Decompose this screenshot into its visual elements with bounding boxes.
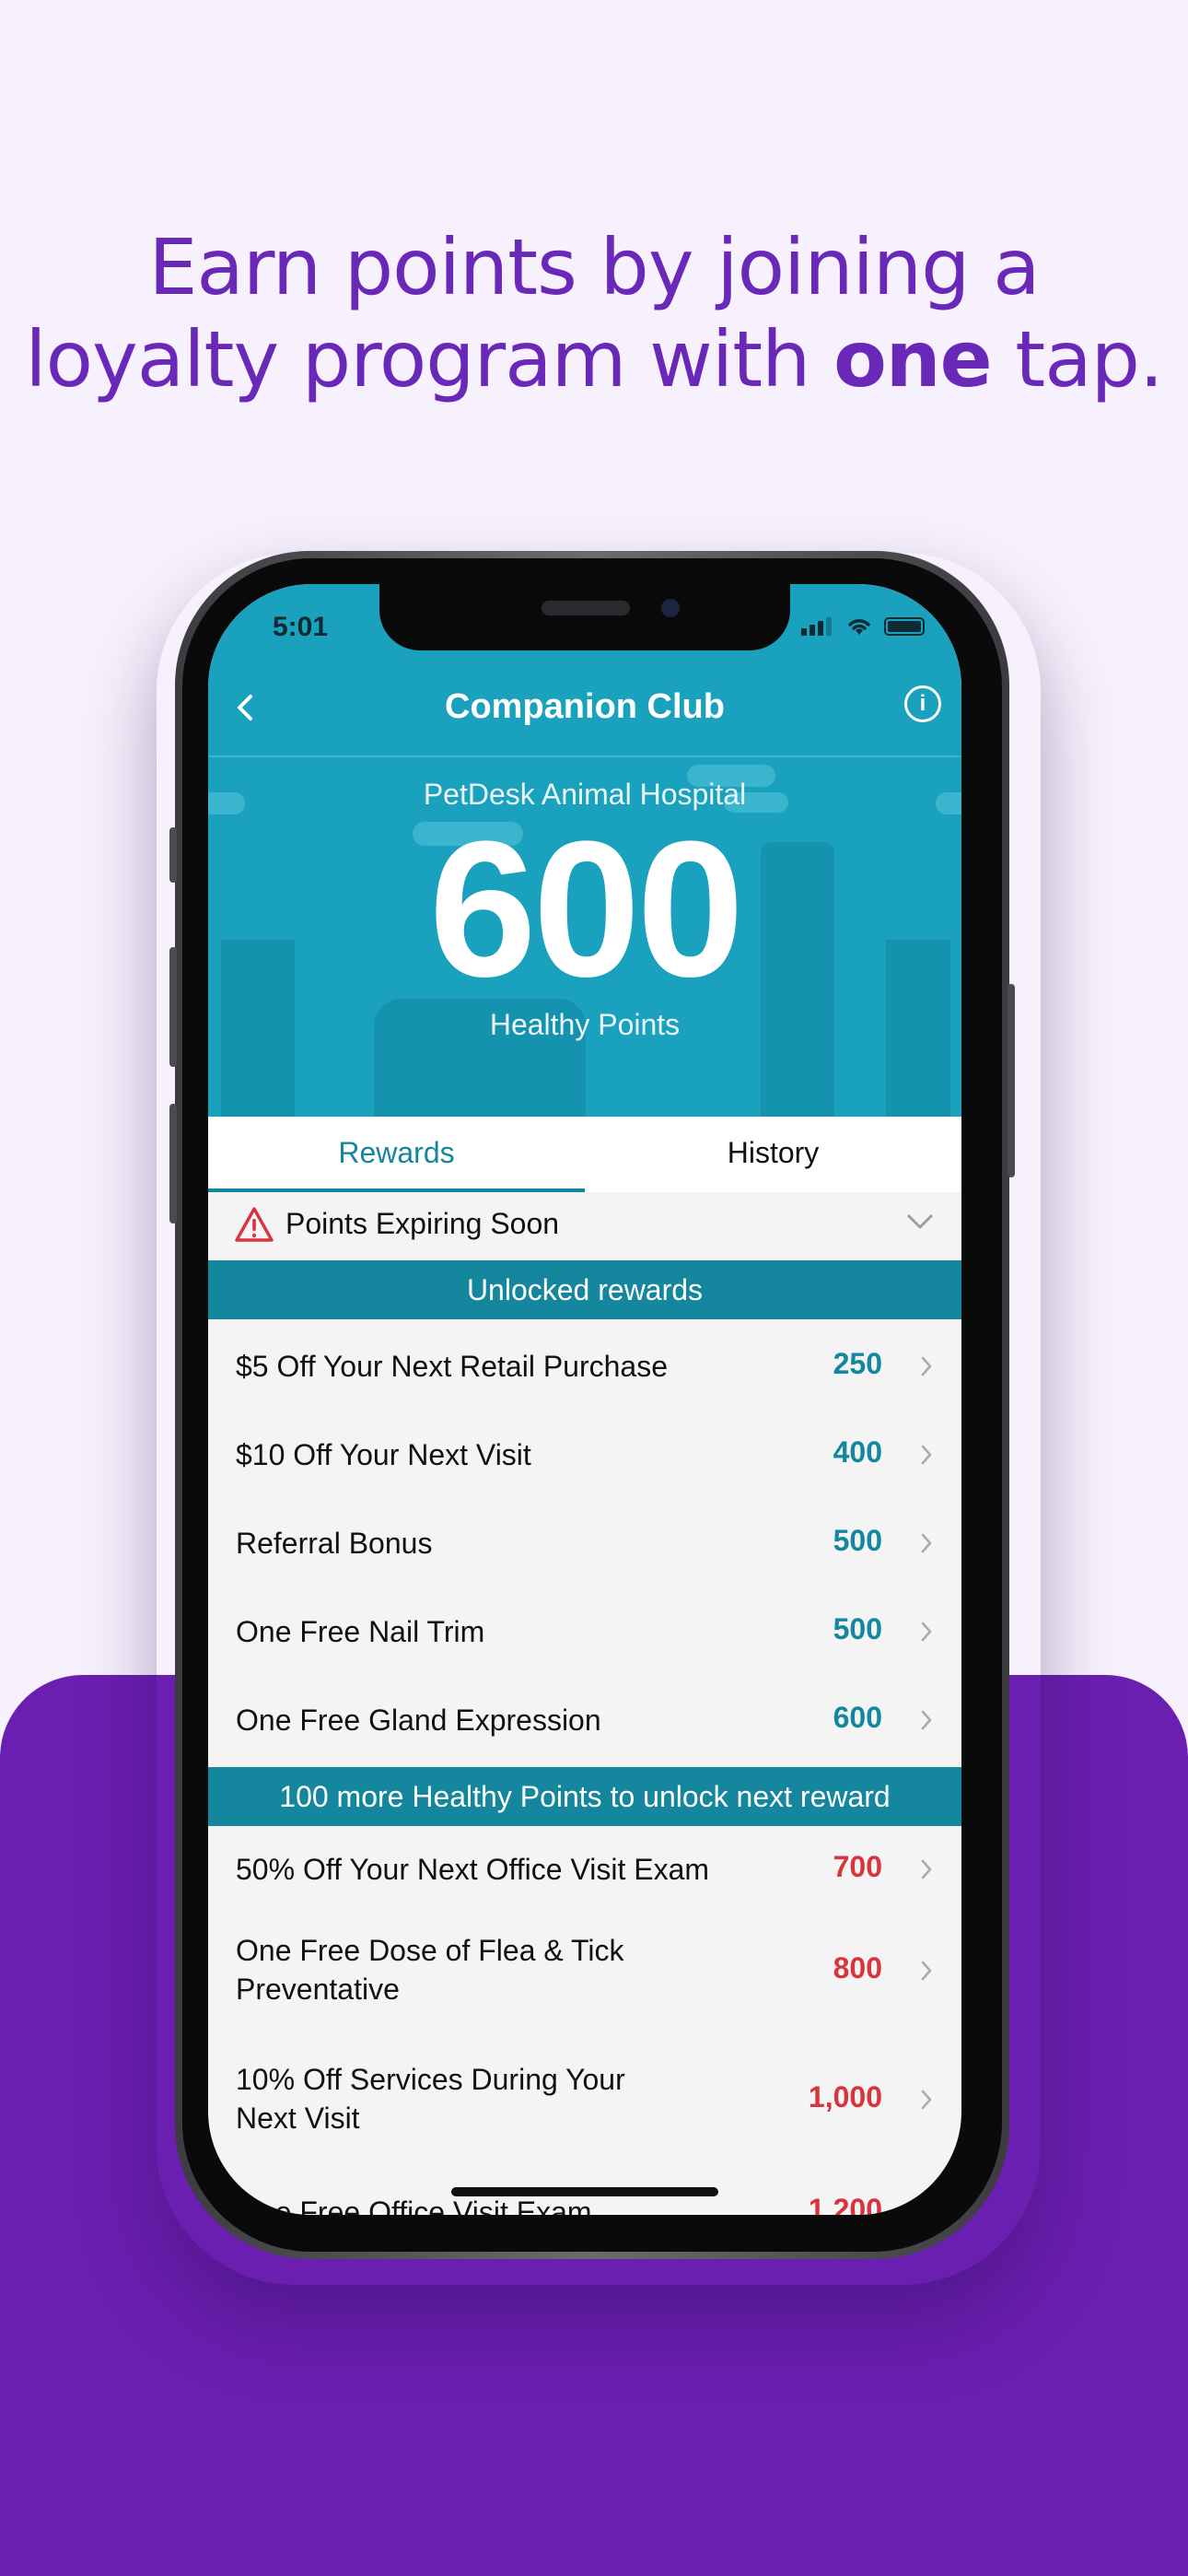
headline: Earn points by joining a loyalty program… — [0, 221, 1188, 405]
navbar-title: Companion Club — [445, 687, 725, 726]
reward-row[interactable]: $5 Off Your Next Retail Purchase 250 — [208, 1321, 961, 1410]
phone-volume-up — [169, 947, 177, 1067]
signal-icon — [801, 615, 834, 636]
headline-emphasis: one — [833, 314, 992, 404]
app-screen: 5:01 Companion Club i PetDesk Animal Hos… — [208, 584, 961, 2215]
next-reward-banner: 100 more Healthy Points to unlock next r… — [208, 1767, 961, 1826]
phone-bezel: 5:01 Companion Club i PetDesk Animal Hos… — [182, 558, 1002, 2252]
tab-history[interactable]: History — [585, 1117, 961, 1192]
reward-row[interactable]: 50% Off Your Next Office Visit Exam 700 — [208, 1828, 961, 1914]
reward-name: $5 Off Your Next Retail Purchase — [236, 1350, 669, 1383]
reward-row[interactable]: One Free Dose of Flea & Tick Preventativ… — [208, 1914, 961, 2043]
points-expiring-row[interactable]: Points Expiring Soon — [208, 1192, 961, 1260]
phone-notch — [379, 584, 790, 650]
reward-points: 600 — [833, 1701, 882, 1734]
warning-icon — [235, 1207, 274, 1242]
headline-line-2: loyalty program with one tap. — [0, 313, 1188, 405]
phone-power-button — [1007, 984, 1015, 1177]
chevron-right-icon — [921, 1533, 932, 1553]
reward-points: 400 — [833, 1435, 882, 1469]
reward-name: 10% Off Services During Your Next Visit — [236, 2063, 625, 2135]
reward-points: 1,000 — [808, 2080, 882, 2113]
reward-name: One Free Dose of Flea & Tick Preventativ… — [236, 1934, 624, 2006]
chevron-down-icon — [907, 1214, 933, 1229]
phone-side-button — [169, 827, 177, 883]
phone-frame: 5:01 Companion Club i PetDesk Animal Hos… — [169, 551, 1015, 2259]
chevron-right-icon — [921, 1445, 932, 1465]
speaker — [542, 601, 630, 615]
tab-rewards[interactable]: Rewards — [208, 1117, 585, 1192]
reward-points: 250 — [833, 1347, 882, 1380]
reward-name: One Free Gland Expression — [236, 1704, 601, 1737]
headline-line-2-end: tap. — [991, 314, 1163, 404]
chevron-right-icon — [921, 1859, 932, 1879]
home-indicator — [451, 2187, 718, 2196]
hero-header: 5:01 Companion Club i PetDesk Animal Hos… — [208, 584, 961, 1117]
chevron-right-icon — [921, 1710, 932, 1730]
status-icons — [801, 615, 925, 636]
reward-name: Referral Bonus — [236, 1527, 433, 1560]
info-icon[interactable]: i — [904, 685, 941, 722]
reward-row[interactable]: $10 Off Your Next Visit 400 — [208, 1410, 961, 1498]
reward-row[interactable]: One Free Gland Expression 600 — [208, 1675, 961, 1763]
reward-points: 500 — [833, 1524, 882, 1557]
headline-line-2-start: loyalty program with — [25, 314, 834, 404]
unlocked-rewards-header: Unlocked rewards — [208, 1260, 961, 1319]
reward-points: 700 — [833, 1850, 882, 1883]
reward-name: $10 Off Your Next Visit — [236, 1438, 531, 1471]
chevron-right-icon — [921, 2090, 932, 2110]
points-balance: 600 — [428, 801, 744, 1017]
reward-row[interactable]: One Free Nail Trim 500 — [208, 1587, 961, 1675]
reward-points: 500 — [833, 1612, 882, 1645]
points-expiring-label: Points Expiring Soon — [285, 1207, 560, 1240]
headline-line-1: Earn points by joining a — [148, 222, 1040, 312]
navbar: Companion Club i — [208, 676, 961, 743]
chevron-right-icon — [921, 1961, 932, 1981]
reward-name: One Free Nail Trim — [236, 1615, 485, 1648]
reward-row[interactable]: 10% Off Services During Your Next Visit 1… — [208, 2043, 961, 2172]
battery-icon — [884, 617, 925, 636]
reward-row[interactable]: Referral Bonus 500 — [208, 1498, 961, 1587]
reward-points: 1,200 — [808, 2193, 882, 2215]
points-label: Healthy Points — [489, 1008, 681, 1041]
status-time: 5:01 — [273, 612, 329, 642]
tab-bar: Rewards History — [208, 1117, 961, 1192]
navbar-divider — [208, 755, 961, 757]
front-camera — [661, 599, 680, 617]
reward-name: 50% Off Your Next Office Visit Exam — [236, 1853, 710, 1886]
reward-points: 800 — [833, 1951, 882, 1985]
chevron-right-icon — [921, 1622, 932, 1642]
chevron-right-icon — [921, 2202, 932, 2215]
chevron-right-icon — [921, 1356, 932, 1376]
wifi-icon — [848, 619, 870, 635]
phone-volume-down — [169, 1104, 177, 1224]
